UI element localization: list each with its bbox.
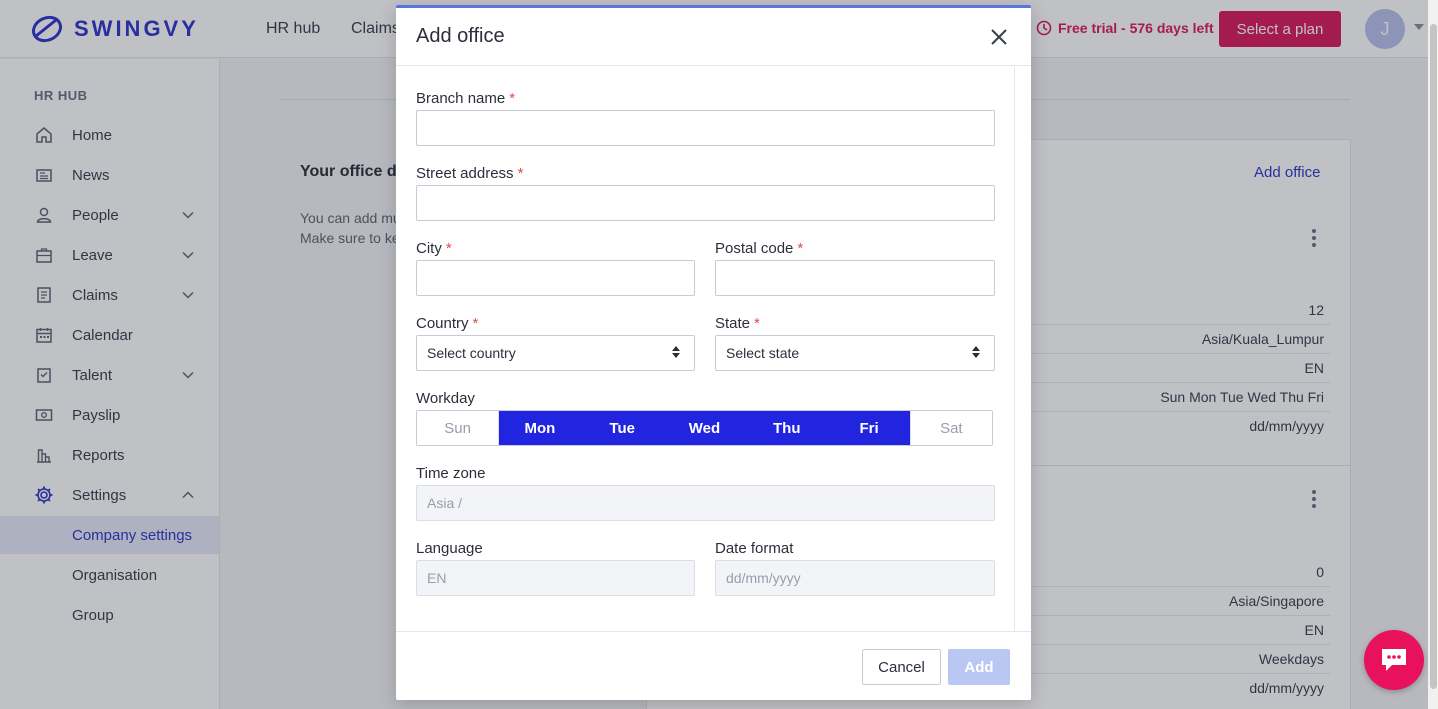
workday-label: Workday [416, 390, 475, 407]
label-text: City [416, 240, 442, 257]
date-format-label: Date format [715, 540, 794, 557]
day-toggle-wed[interactable]: Wed [662, 411, 746, 445]
country-select-value: Select country [427, 345, 516, 361]
state-select-value: Select state [726, 345, 800, 361]
timezone-value: Asia / [427, 495, 463, 511]
required-mark: * [754, 315, 760, 332]
language-value: EN [427, 570, 447, 586]
close-icon[interactable] [988, 26, 1010, 48]
add-button[interactable]: Add [948, 649, 1010, 685]
day-toggle-sat[interactable]: Sat [909, 411, 992, 445]
street-address-input[interactable] [416, 185, 995, 221]
timezone-field: Asia / [416, 485, 995, 521]
day-toggle-mon[interactable]: Mon [498, 411, 581, 445]
label-text: Country [416, 315, 469, 332]
country-select[interactable]: Select country [416, 335, 695, 371]
date-format-value: dd/mm/yyyy [726, 570, 801, 586]
language-label: Language [416, 540, 483, 557]
street-address-label: Street address * [416, 165, 523, 182]
add-office-dialog: Add office Branch name * Street address * … [396, 5, 1031, 700]
required-mark: * [797, 240, 804, 257]
day-toggle-thu[interactable]: Thu [745, 411, 828, 445]
day-toggle-sun[interactable]: Sun [417, 411, 499, 445]
branch-name-input[interactable] [416, 110, 995, 146]
dialog-footer: Cancel Add [396, 631, 1031, 703]
label-text: Street address [416, 165, 514, 182]
postal-code-input[interactable] [715, 260, 995, 296]
required-mark: * [509, 90, 516, 107]
dialog-header: Add office [396, 8, 1031, 66]
state-label: State * [715, 315, 760, 332]
page-scrollbar-thumb[interactable] [1430, 24, 1437, 689]
country-label: Country * [416, 315, 478, 332]
workday-selector: Sun Mon Tue Wed Thu Fri Sat [416, 410, 993, 446]
label-text: Branch name [416, 90, 506, 107]
required-mark: * [517, 165, 524, 182]
branch-name-label: Branch name * [416, 90, 515, 107]
day-toggle-fri[interactable]: Fri [827, 411, 910, 445]
required-mark: * [445, 240, 452, 257]
language-field: EN [416, 560, 695, 596]
dialog-title: Add office [416, 25, 505, 47]
required-mark: * [472, 315, 479, 332]
select-arrows-icon [672, 346, 680, 358]
date-format-field: dd/mm/yyyy [715, 560, 995, 596]
state-select[interactable]: Select state [715, 335, 995, 371]
postal-code-label: Postal code * [715, 240, 803, 257]
cancel-button[interactable]: Cancel [862, 649, 941, 685]
dialog-scrollbar[interactable] [1014, 67, 1015, 632]
label-text: State [715, 315, 751, 332]
select-arrows-icon [972, 346, 980, 358]
chat-button[interactable] [1364, 630, 1424, 690]
day-toggle-tue[interactable]: Tue [580, 411, 663, 445]
timezone-label: Time zone [416, 465, 486, 482]
city-input[interactable] [416, 260, 695, 296]
city-label: City * [416, 240, 452, 257]
label-text: Postal code [715, 240, 794, 257]
chat-bubble-icon [1382, 649, 1406, 671]
